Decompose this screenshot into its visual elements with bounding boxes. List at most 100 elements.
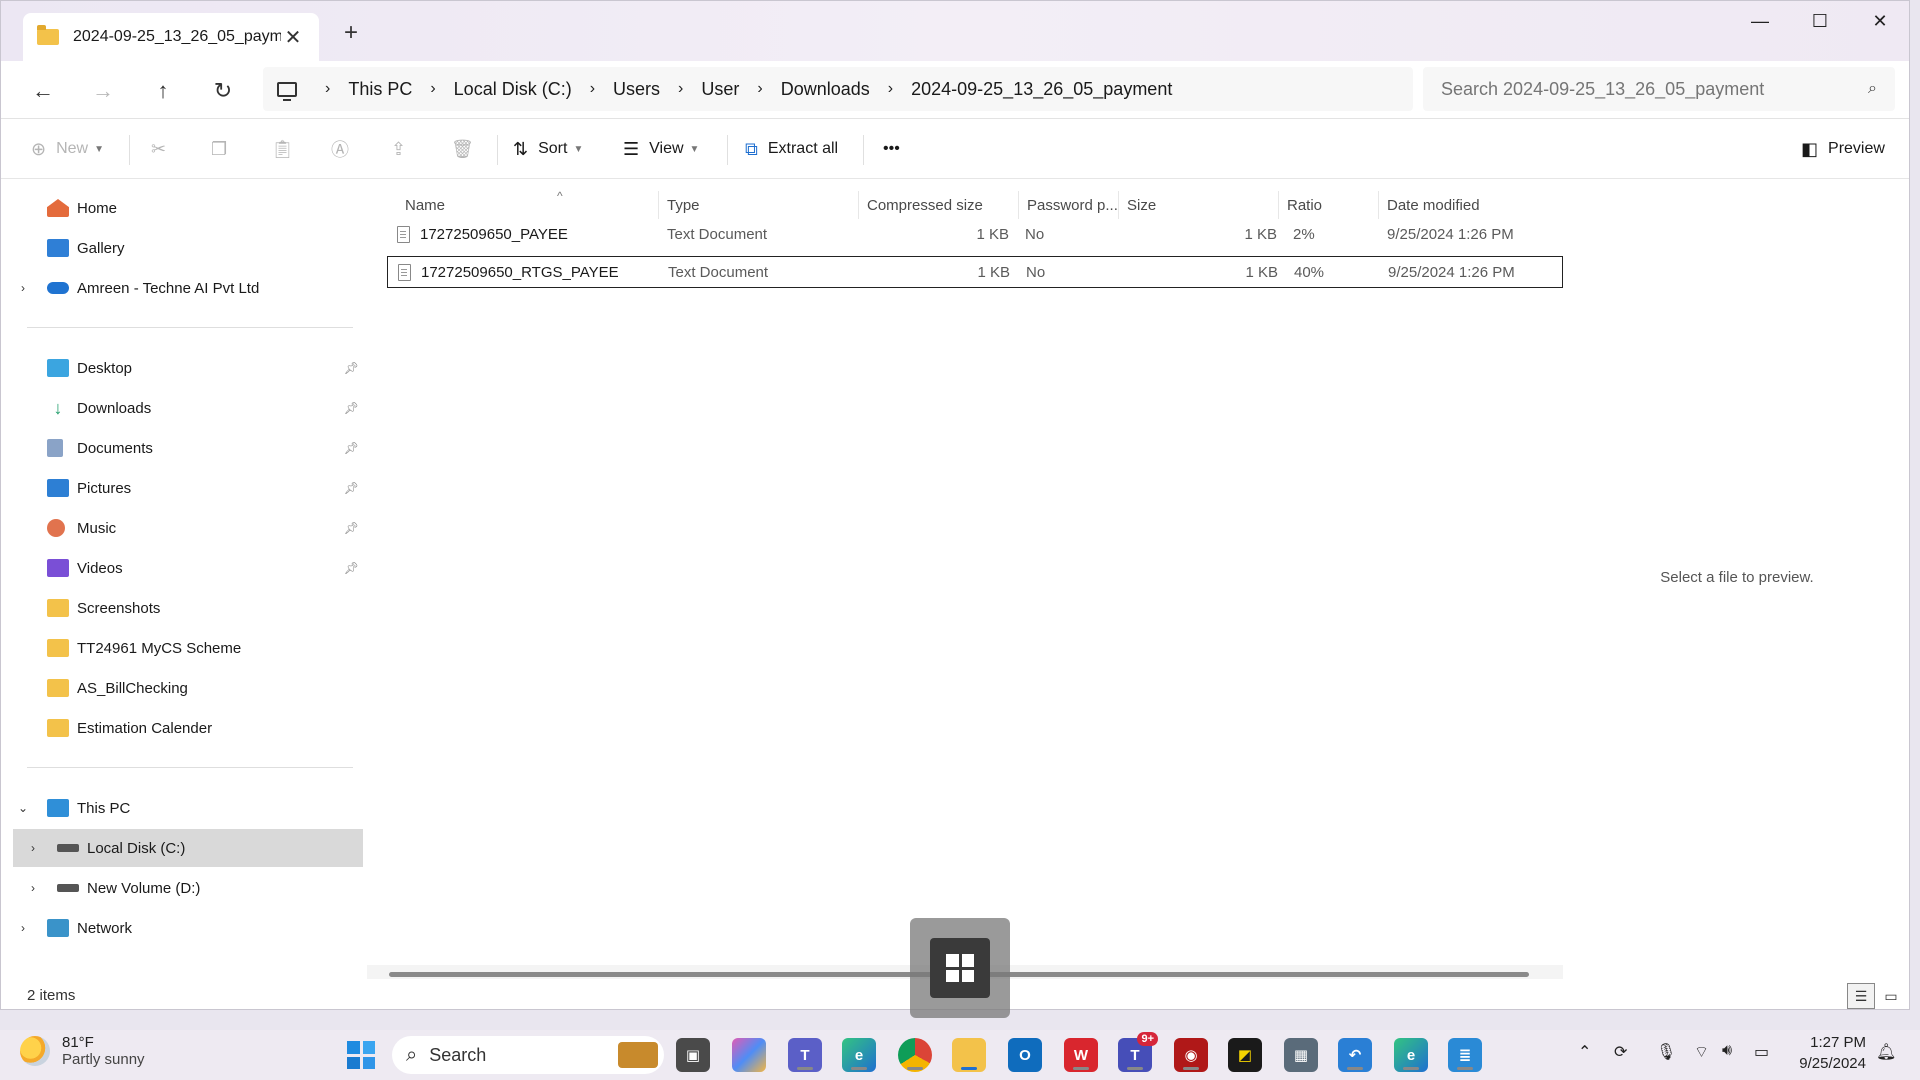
delete-button[interactable]: 🗑︎ (451, 133, 484, 165)
new-button[interactable]: ⊕ New ▼ (31, 133, 104, 165)
extract-all-button[interactable]: ⧉ Extract all (745, 133, 838, 165)
more-options-button[interactable]: ••• (883, 133, 900, 165)
up-button[interactable]: ↑ (147, 75, 179, 107)
pin-icon[interactable]: 📌︎ (344, 361, 359, 375)
cut-button[interactable]: ✂ (151, 133, 176, 165)
chevron-right-icon[interactable]: › (888, 80, 893, 98)
sidebar-item-desktop[interactable]: Desktop 📌︎ (13, 349, 363, 387)
sidebar-item-as-billchecking[interactable]: AS_BillChecking (13, 669, 363, 707)
taskbar-search[interactable]: ⌕ Search (392, 1036, 664, 1074)
pin-icon[interactable]: 📌︎ (344, 401, 359, 415)
chevron-down-icon[interactable]: ⌄ (13, 801, 33, 815)
outlook-icon[interactable]: O (1008, 1038, 1042, 1072)
notification-icon[interactable]: 🔔︎ (1876, 1042, 1896, 1062)
task-view-icon[interactable]: ▣ (676, 1038, 710, 1072)
start-button-preview[interactable] (910, 918, 1010, 1018)
sidebar-item-new-volume[interactable]: › New Volume (D:) (13, 869, 363, 907)
sidebar-item-screenshots[interactable]: Screenshots (13, 589, 363, 627)
breadcrumb-downloads[interactable]: Downloads (781, 79, 870, 100)
column-header-compressed-size[interactable]: Compressed size (859, 191, 1019, 219)
notepad-icon[interactable]: ≣ (1448, 1038, 1482, 1072)
sidebar-item-pictures[interactable]: Pictures 📌︎ (13, 469, 363, 507)
breadcrumb-local-disk[interactable]: Local Disk (C:) (454, 79, 572, 100)
view-button[interactable]: ☰ View ▼ (623, 133, 699, 165)
start-button[interactable] (344, 1038, 378, 1072)
calculator-icon[interactable]: ▦ (1284, 1038, 1318, 1072)
address-bar[interactable]: › This PC › Local Disk (C:) › Users › Us… (263, 67, 1413, 111)
pin-icon[interactable]: 📌︎ (344, 521, 359, 535)
edge-icon[interactable]: e (842, 1038, 876, 1072)
chevron-right-icon[interactable]: › (325, 80, 330, 98)
volume-icon[interactable]: 🔊︎ (1722, 1042, 1732, 1060)
sidebar-item-music[interactable]: Music 📌︎ (13, 509, 363, 547)
chevron-right-icon[interactable]: › (13, 921, 33, 935)
search-box[interactable]: ⌕ (1423, 67, 1895, 111)
minimize-button[interactable]: — (1731, 5, 1789, 37)
forward-button[interactable]: → (87, 75, 119, 107)
share-button[interactable]: ⇪ (391, 133, 416, 165)
battery-icon[interactable]: ▭ (1754, 1042, 1769, 1062)
preview-pane-button[interactable]: ◧ Preview (1801, 133, 1885, 165)
chevron-right-icon[interactable]: › (13, 281, 33, 295)
sidebar-item-onedrive[interactable]: › Amreen - Techne AI Pvt Ltd (13, 269, 363, 307)
sidebar-item-home[interactable]: Home (13, 189, 363, 227)
chrome-icon[interactable] (898, 1038, 932, 1072)
table-row[interactable]: 17272509650_RTGS_PAYEE Text Document 1 K… (387, 256, 1563, 288)
pin-icon[interactable]: 📌︎ (344, 561, 359, 575)
column-header-name[interactable]: Name ^ (397, 189, 659, 219)
system-clock[interactable]: 1:27 PM 9/25/2024 (1790, 1032, 1866, 1074)
refresh-button[interactable]: ↻ (207, 75, 239, 107)
sidebar-item-estimation-calender[interactable]: Estimation Calender (13, 709, 363, 747)
teams-work-icon[interactable]: T 9+ (1118, 1032, 1158, 1072)
sort-button[interactable]: ⇅ Sort ▼ (513, 133, 583, 165)
breadcrumb-this-pc[interactable]: This PC (348, 79, 412, 100)
column-header-type[interactable]: Type (659, 191, 859, 219)
copy-button[interactable]: ❐ (211, 133, 237, 165)
tiles-view-button[interactable]: ▭ (1877, 983, 1905, 1009)
chevron-right-icon[interactable]: › (23, 841, 43, 855)
sidebar-item-network[interactable]: › Network (13, 909, 363, 947)
tab-close-icon[interactable]: ✕ (281, 25, 305, 50)
column-header-ratio[interactable]: Ratio (1279, 191, 1379, 219)
chevron-up-icon[interactable]: ⌃ (1578, 1042, 1591, 1062)
sidebar-item-local-disk[interactable]: › Local Disk (C:) (13, 829, 363, 867)
paste-button[interactable]: 📋︎ (271, 133, 304, 165)
chevron-right-icon[interactable]: › (678, 80, 683, 98)
file-explorer-icon[interactable] (952, 1038, 986, 1072)
column-header-date-modified[interactable]: Date modified (1379, 191, 1559, 219)
sidebar-item-videos[interactable]: Videos 📌︎ (13, 549, 363, 587)
sidebar-item-downloads[interactable]: ↓ Downloads 📌︎ (13, 389, 363, 427)
chevron-right-icon[interactable]: › (590, 80, 595, 98)
chevron-right-icon[interactable]: › (757, 80, 762, 98)
column-header-size[interactable]: Size (1119, 191, 1279, 219)
sidebar-item-this-pc[interactable]: ⌄ This PC (13, 789, 363, 827)
weather-widget[interactable]: 81°F Partly sunny (20, 1034, 145, 1068)
copilot-icon[interactable] (732, 1038, 766, 1072)
screen-recorder-icon[interactable]: ◉ (1174, 1038, 1208, 1072)
wifi-icon[interactable]: ⌔ (1694, 1042, 1709, 1062)
teams-icon[interactable]: T (788, 1038, 822, 1072)
breadcrumb-user[interactable]: User (701, 79, 739, 100)
column-header-password[interactable]: Password p... (1019, 191, 1119, 219)
sidebar-item-tt24961[interactable]: TT24961 MyCS Scheme (13, 629, 363, 667)
rename-button[interactable]: Ⓐ (331, 133, 359, 165)
back-button[interactable]: ← (27, 75, 59, 107)
wps-office-icon[interactable]: W (1064, 1038, 1098, 1072)
chevron-right-icon[interactable]: › (430, 80, 435, 98)
tab-active[interactable]: 2024-09-25_13_26_05_paymen ✕ (23, 13, 319, 61)
sidebar-item-gallery[interactable]: Gallery (13, 229, 363, 267)
sync-icon[interactable]: ⟳ (1614, 1042, 1627, 1062)
remote-desktop-icon[interactable]: ↶ (1338, 1038, 1372, 1072)
table-row[interactable]: 17272509650_PAYEE Text Document 1 KB No … (387, 219, 1563, 251)
edge-dev-icon[interactable]: e (1394, 1038, 1428, 1072)
sidebar-item-documents[interactable]: Documents 📌︎ (13, 429, 363, 467)
breadcrumb-current-folder[interactable]: 2024-09-25_13_26_05_payment (911, 79, 1172, 100)
microphone-icon[interactable]: 🎙︎ (1656, 1042, 1676, 1062)
details-view-button[interactable]: ☰ (1847, 983, 1875, 1009)
close-button[interactable]: ✕ (1851, 5, 1909, 37)
search-input[interactable] (1441, 78, 1869, 100)
pin-icon[interactable]: 📌︎ (344, 481, 359, 495)
breadcrumb-users[interactable]: Users (613, 79, 660, 100)
chevron-right-icon[interactable]: › (23, 881, 43, 895)
pin-icon[interactable]: 📌︎ (344, 441, 359, 455)
